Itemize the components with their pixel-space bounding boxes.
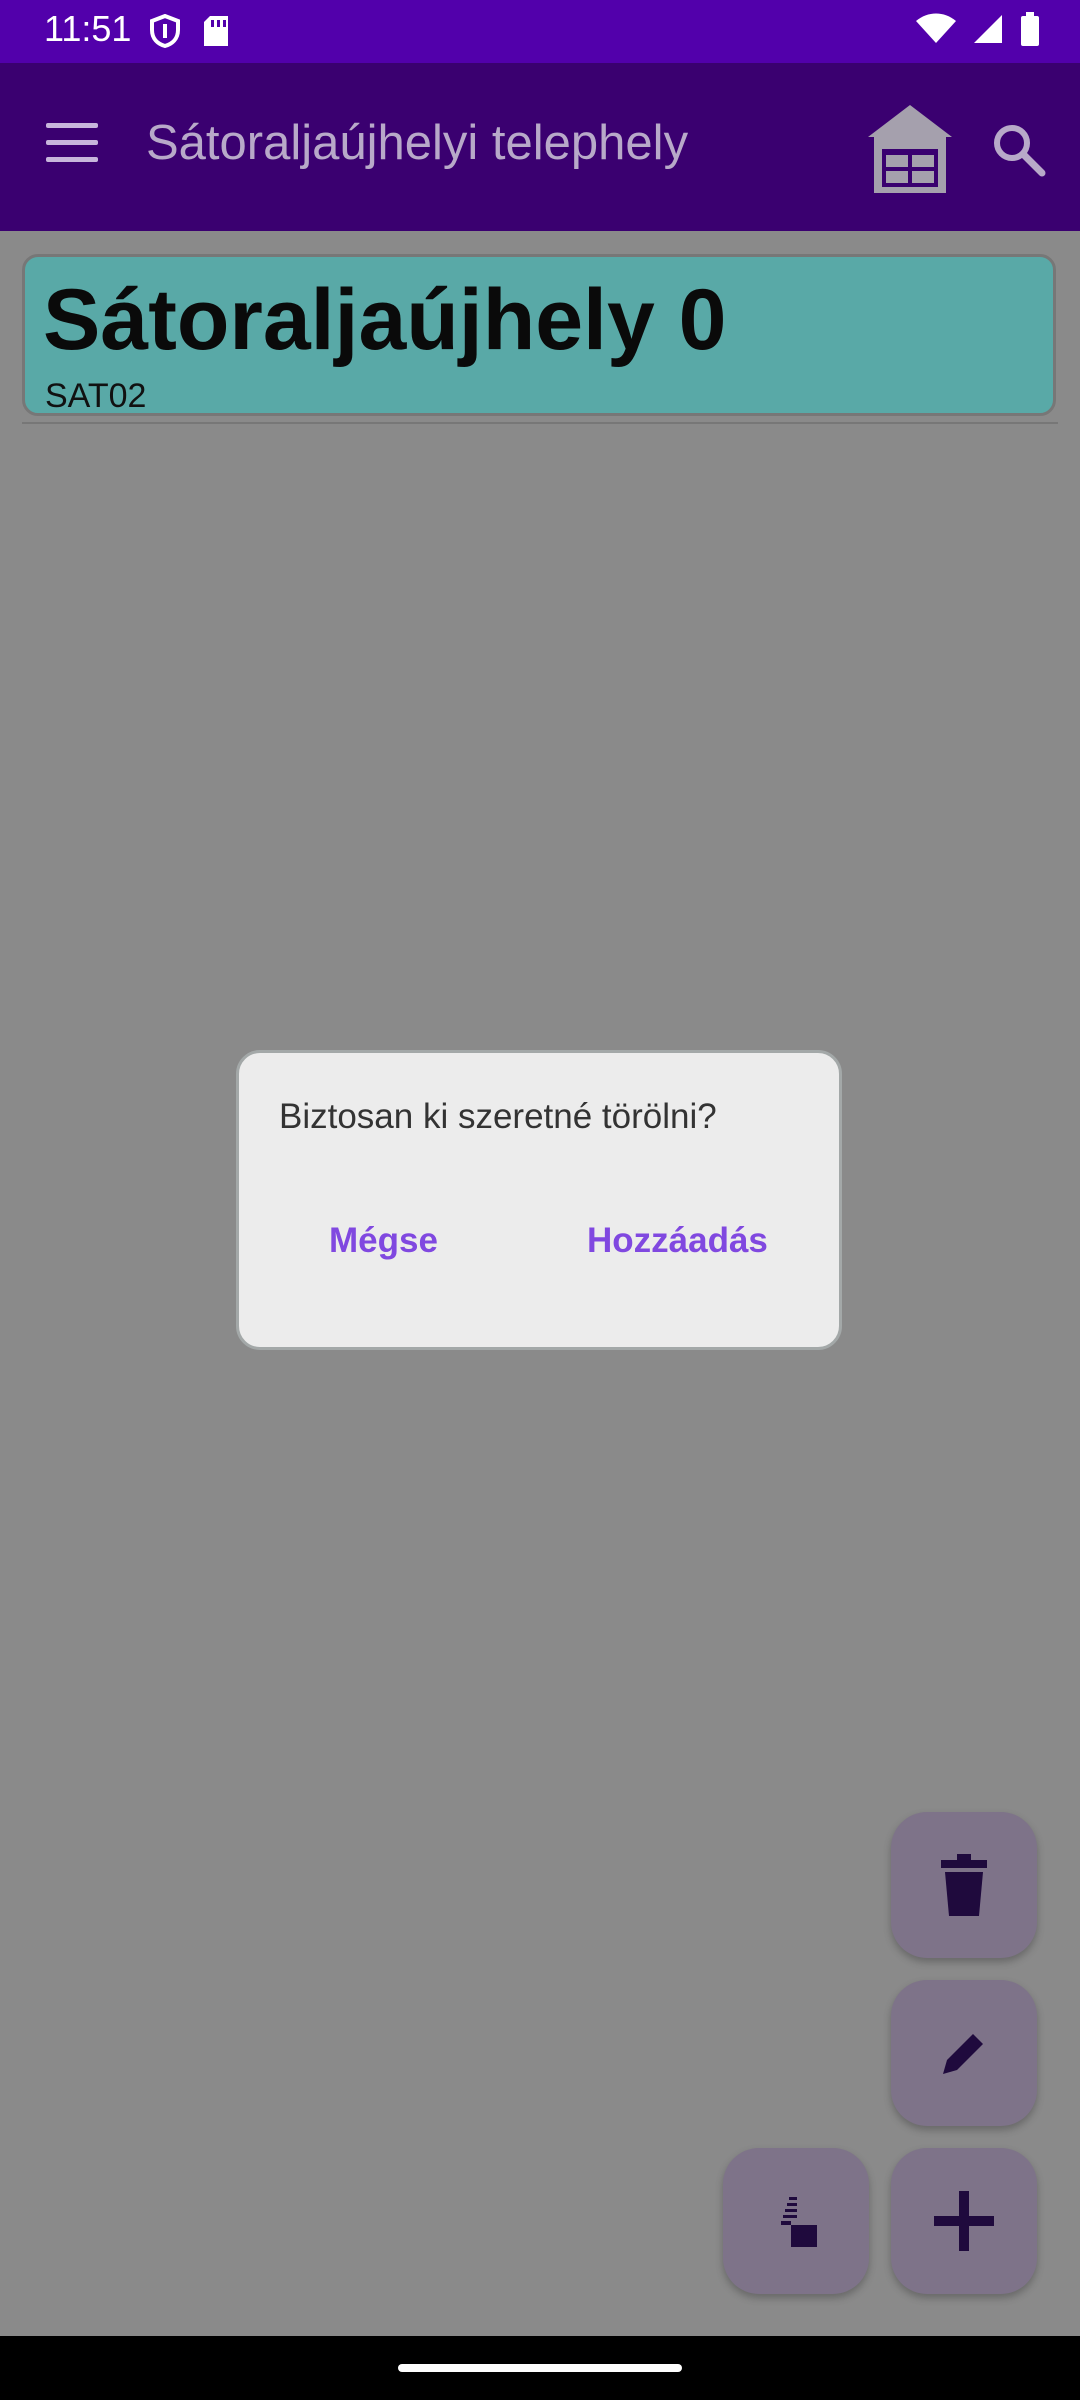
confirm-button[interactable]: Hozzáadás bbox=[571, 1213, 784, 1269]
status-bar: 11:51 bbox=[0, 0, 1080, 63]
warehouse-icon[interactable] bbox=[866, 103, 954, 195]
stack-button[interactable] bbox=[723, 2148, 869, 2294]
confirm-dialog: Biztosan ki szeretné törölni? Mégse Hozz… bbox=[236, 1050, 842, 1350]
location-card[interactable]: Sátoraljaújhely 0 SAT02 bbox=[22, 254, 1056, 416]
add-icon bbox=[934, 2191, 994, 2251]
app-bar: Sátoraljaújhelyi telephely bbox=[0, 63, 1080, 231]
status-time: 11:51 bbox=[44, 8, 132, 49]
add-button[interactable] bbox=[891, 2148, 1037, 2294]
card-title: Sátoraljaújhely 0 bbox=[43, 272, 727, 368]
home-handle[interactable] bbox=[398, 2364, 682, 2372]
card-code: SAT02 bbox=[45, 377, 147, 415]
sd-card-icon bbox=[204, 16, 228, 46]
divider bbox=[22, 422, 1058, 424]
battery-icon bbox=[1021, 12, 1039, 46]
app-title: Sátoraljaújhelyi telephely bbox=[146, 116, 689, 170]
stack-icon bbox=[781, 2197, 817, 2247]
edit-icon bbox=[943, 2034, 983, 2074]
menu-icon[interactable] bbox=[46, 123, 98, 163]
cancel-button[interactable]: Mégse bbox=[313, 1213, 454, 1269]
search-icon[interactable] bbox=[988, 119, 1048, 179]
delete-button[interactable] bbox=[891, 1812, 1037, 1958]
delete-icon bbox=[941, 1854, 987, 1916]
status-icons-left bbox=[150, 14, 230, 48]
signal-icon bbox=[974, 15, 1002, 43]
edit-button[interactable] bbox=[891, 1980, 1037, 2126]
wifi-icon bbox=[916, 13, 956, 43]
dialog-message: Biztosan ki szeretné törölni? bbox=[279, 1097, 717, 1136]
shield-icon bbox=[150, 14, 180, 48]
status-icons-right bbox=[916, 12, 1040, 46]
